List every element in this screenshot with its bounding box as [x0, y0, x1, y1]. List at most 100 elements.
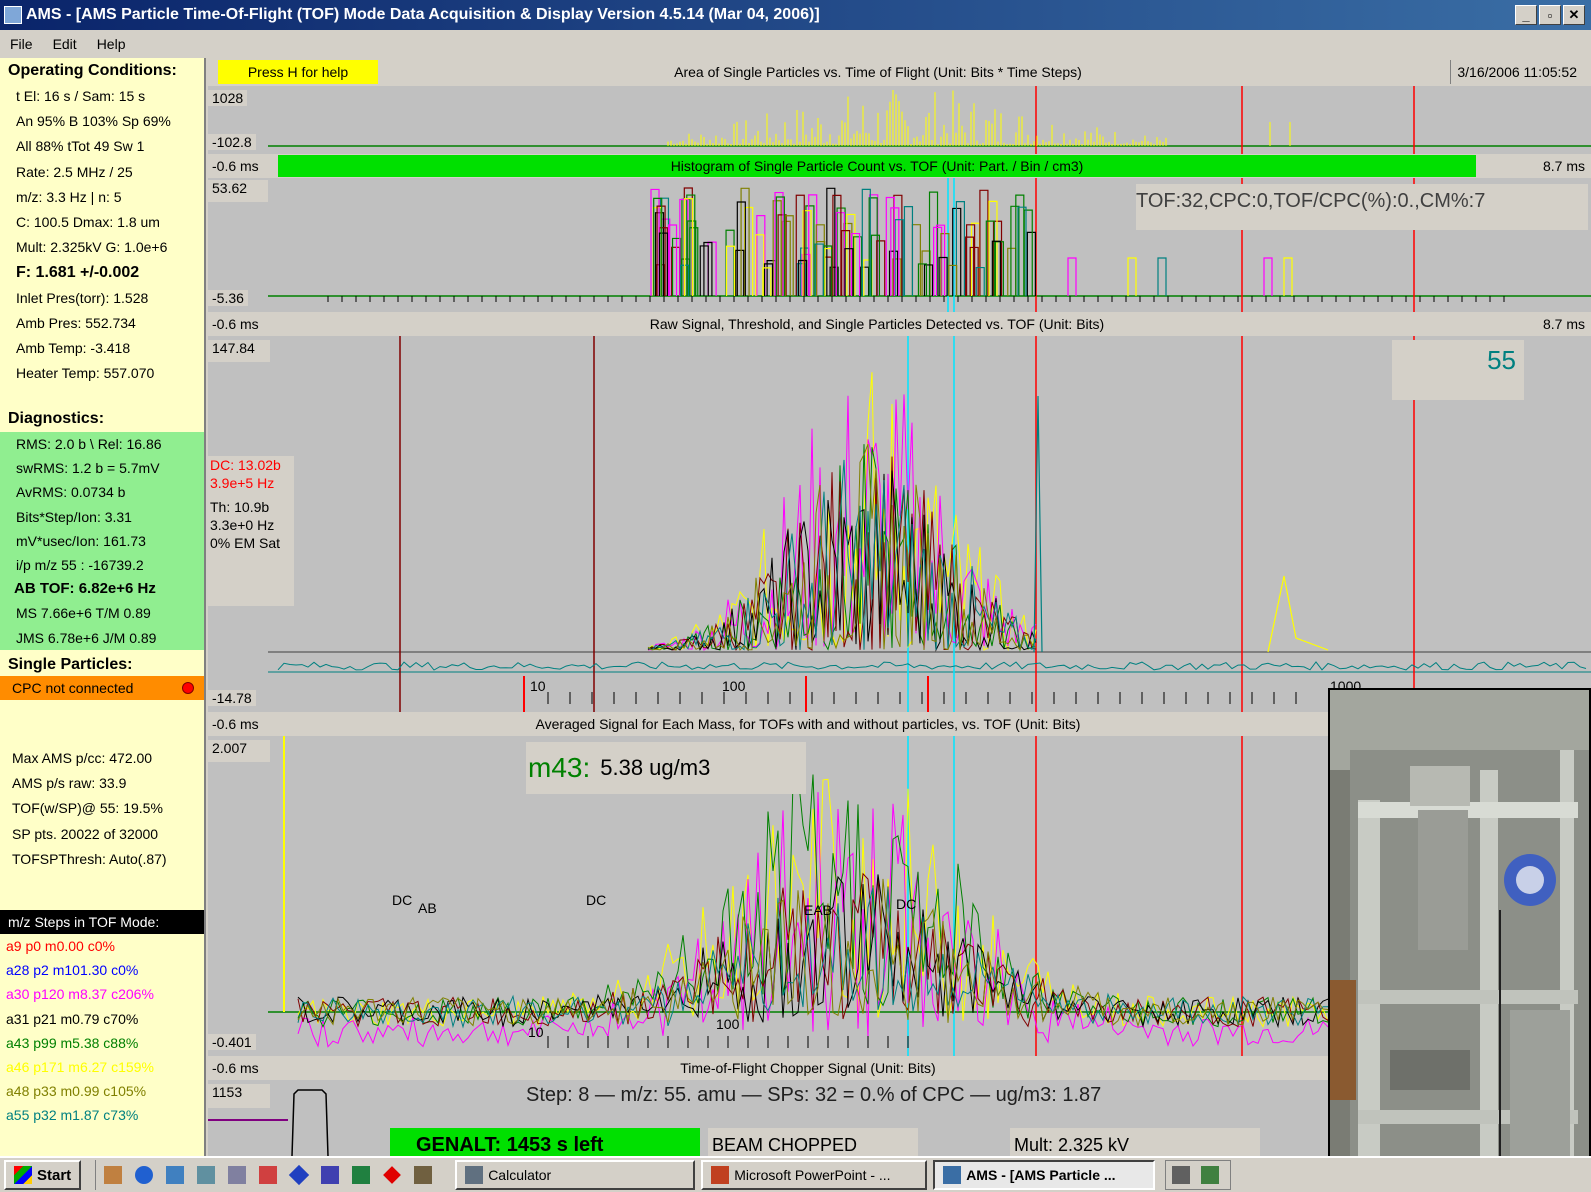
beam-status: BEAM CHOPPED [708, 1128, 918, 1156]
mz-step-item[interactable]: a30 p120 m8.37 c206% [0, 982, 204, 1007]
dc-level: DC: 13.02b [210, 457, 281, 473]
close-button[interactable]: ✕ [1563, 5, 1585, 25]
op-line: Rate: 2.5 MHz / 25 [16, 163, 133, 180]
ams-label: AMS - [AMS Particle ... [966, 1167, 1116, 1183]
mass-label: m43: [528, 752, 591, 783]
diag-line: Bits*Step/Ion: 3.31 [16, 508, 132, 525]
ams-icon [943, 1166, 962, 1184]
hist-ymax: 53.62 [208, 180, 268, 202]
op-line: t El: 16 s / Sam: 15 s [16, 88, 146, 104]
word-icon[interactable] [321, 1166, 340, 1184]
hist-bin [841, 230, 851, 296]
menu-edit[interactable]: Edit [43, 36, 87, 52]
hist-bin [1067, 257, 1077, 296]
threshold-rate: 3.3e+0 Hz [210, 517, 275, 533]
hist-bin [826, 187, 836, 296]
hist-bin [1157, 257, 1167, 296]
mz-step-item[interactable]: a48 p33 m0.99 c105% [0, 1079, 204, 1104]
hist-bin [1263, 257, 1273, 296]
mz-step-item[interactable]: a28 p2 m101.30 c0% [0, 958, 204, 983]
histogram-plot[interactable]: 53.62 -5.36 TOF:32,CPC:0,TOF/CPC(%):0.,C… [208, 178, 1591, 312]
hist-stats: TOF:32,CPC:0,TOF/CPC(%):0.,CM%:7 [1136, 184, 1588, 230]
hist-bin [1007, 247, 1017, 296]
red-diamond-icon[interactable] [383, 1166, 402, 1184]
app1-icon[interactable] [197, 1166, 216, 1184]
diag-line: swRMS: 1.2 b = 5.7mV [16, 460, 160, 477]
avg-ab-label: AB [418, 900, 437, 916]
ie-icon[interactable] [135, 1166, 154, 1184]
hist-title: Histogram of Single Particle Count vs. T… [278, 155, 1476, 177]
raw-peak-trace [1267, 575, 1329, 653]
taskbar: Start Calculator Microsoft PowerPoint - … [0, 1156, 1591, 1192]
help-hint[interactable]: Press H for help [218, 60, 378, 84]
mult-voltage: Mult: 2.325 kV [1010, 1128, 1260, 1156]
mz-step-item[interactable]: a9 p0 m0.00 c0% [0, 934, 204, 959]
menu-bar: File Edit Help [0, 30, 1591, 58]
area-plot-title: Area of Single Particles vs. Time of Fli… [674, 64, 1082, 80]
hist-bin [1026, 231, 1036, 296]
instrument-photo [1330, 690, 1589, 1190]
raw-ymin: -14.78 [208, 690, 256, 706]
area-ymax: 1028 [208, 90, 248, 106]
explorer-icon[interactable] [166, 1166, 185, 1184]
mz-step-item[interactable]: a46 p171 m6.27 c159% [0, 1055, 204, 1080]
single-particles-heading: Single Particles: [8, 656, 133, 673]
top-info-bar: Press H for help Area of Single Particle… [208, 58, 1591, 86]
menu-file[interactable]: File [0, 36, 43, 52]
mz-step-item[interactable]: a55 p32 m1.87 c73% [0, 1103, 204, 1128]
diag-line: JMS 6.78e+6 J/M 0.89 [16, 629, 157, 646]
diag-line: MS 7.66e+6 T/M 0.89 [16, 605, 151, 622]
threshold-level: Th: 10.9b [210, 499, 270, 515]
dc-rate: 3.9e+5 Hz [210, 475, 275, 491]
diag-line: mV*usec/Ion: 161.73 [16, 532, 146, 549]
mass-value: 5.38 ug/m3 [600, 755, 711, 780]
op-line: C: 100.5 Dmax: 1.8 um [16, 213, 160, 230]
area-plot[interactable]: 1028 -102.8 [208, 86, 1591, 154]
start-label: Start [37, 1166, 72, 1184]
app-icon[interactable] [4, 6, 22, 24]
hist-bin [725, 245, 736, 296]
hist-bin [1015, 194, 1025, 296]
taskbar-ams[interactable]: AMS - [AMS Particle ... [933, 1160, 1156, 1190]
sp-line: SP pts. 20022 of 32000 [12, 825, 159, 842]
avg-ymin: -0.401 [208, 1034, 256, 1050]
hist-bin [1283, 257, 1293, 296]
avg-tick-100: 100 [716, 1016, 740, 1032]
raw-tick-10: 10 [530, 678, 546, 694]
mz-step-item[interactable]: a31 p21 m0.79 c70% [0, 1006, 204, 1031]
webcam-inset [1328, 688, 1591, 1192]
network-icon[interactable] [1201, 1166, 1220, 1184]
start-button[interactable]: Start [4, 1160, 82, 1190]
raw-plot[interactable]: 147.84 -14.78 DC: 13.02b 3.9e+5 Hz Th: 1… [208, 336, 1591, 712]
diamond-app-icon[interactable] [289, 1164, 310, 1186]
taskbar-calculator[interactable]: Calculator [455, 1160, 696, 1190]
op-line: Mult: 2.325kV G: 1.0e+6 [16, 239, 168, 256]
app2-icon[interactable] [228, 1166, 247, 1184]
avg-dc-label: DC [392, 892, 413, 908]
diag-line: AvRMS: 0.0734 b [16, 484, 126, 501]
chart-app-icon[interactable] [259, 1166, 278, 1184]
histogram-header: -0.6 ms Histogram of Single Particle Cou… [208, 154, 1591, 178]
op-line: m/z: 3.3 Hz | n: 5 [16, 188, 122, 205]
raw-xmin: -0.6 ms [212, 316, 259, 332]
timestamp: 3/16/2006 11:05:52 [1450, 60, 1583, 84]
hist-bin [911, 224, 921, 296]
avg-tick-10: 10 [528, 1024, 544, 1040]
raw-mass-label: 55 [1392, 340, 1524, 400]
diagnostics-heading: Diagnostics: [8, 410, 105, 427]
volume-icon[interactable] [1172, 1166, 1191, 1184]
title-bar[interactable]: AMS - [AMS Particle Time-Of-Flight (TOF)… [0, 0, 1591, 30]
minimize-button[interactable]: _ [1515, 5, 1537, 25]
menu-help[interactable]: Help [87, 36, 136, 52]
hist-xmin: -0.6 ms [212, 158, 259, 174]
diagnostics-block: RMS: 2.0 b \ Rel: 16.86 swRMS: 1.2 b = 5… [0, 432, 204, 650]
op-line: Heater Temp: 557.070 [16, 365, 155, 382]
app3-icon[interactable] [414, 1166, 433, 1184]
desktop-icon[interactable] [104, 1166, 123, 1184]
mz-step-item[interactable]: a43 p99 m5.38 c88% [0, 1030, 204, 1055]
cpc-status-text: CPC not connected [12, 680, 134, 696]
diag-line-abtof: AB TOF: 6.82e+6 Hz [14, 580, 156, 598]
restore-button[interactable]: ▫ [1539, 5, 1561, 25]
taskbar-powerpoint[interactable]: Microsoft PowerPoint - ... [701, 1160, 928, 1190]
excel-icon[interactable] [352, 1166, 371, 1184]
